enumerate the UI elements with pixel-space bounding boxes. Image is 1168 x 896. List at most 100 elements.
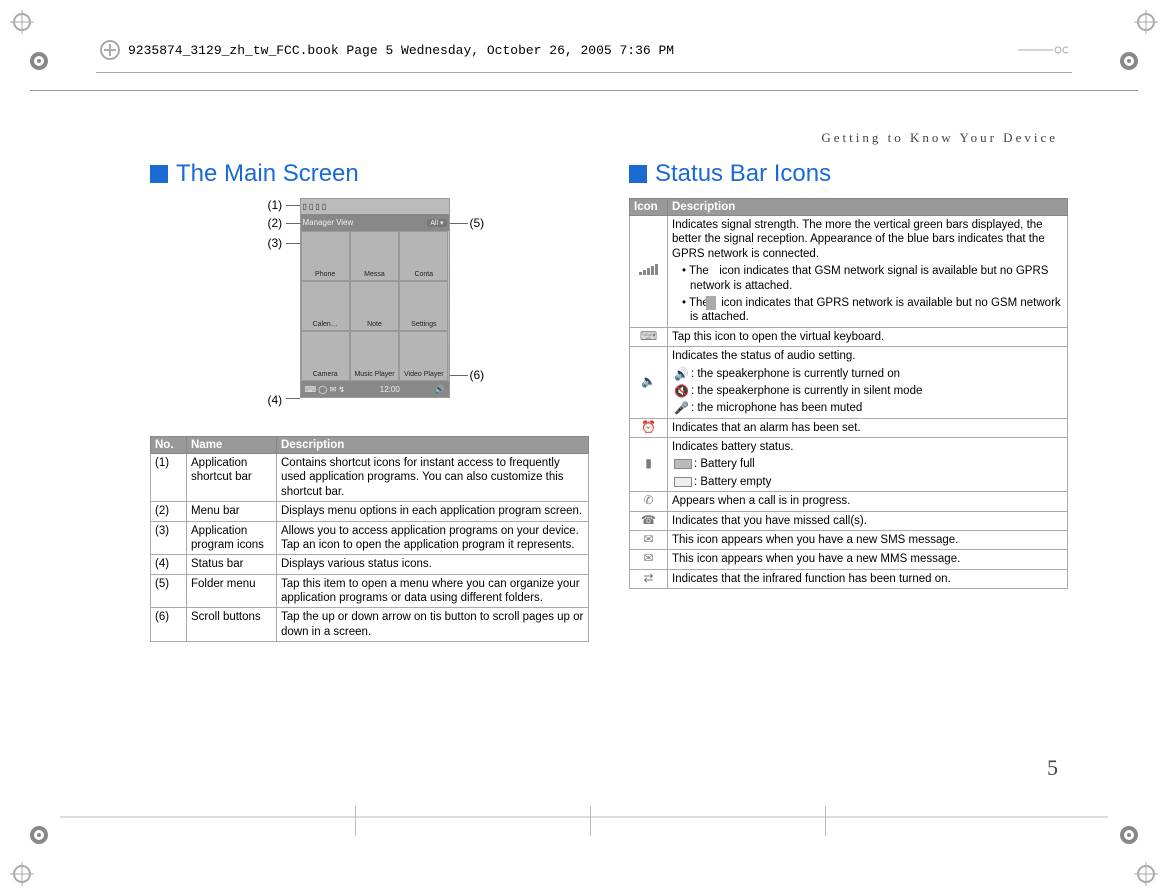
cell-desc: Indicates that you have missed call(s). (668, 511, 1068, 530)
registration-mark-icon (28, 50, 50, 72)
desc-line: 🔇: the speakerphone is currently in sile… (672, 384, 1063, 398)
book-stamp-icon (100, 40, 120, 60)
right-column: Status Bar Icons Icon Description Indica… (629, 160, 1068, 642)
stamp-decoration (1018, 43, 1068, 57)
desc-line: 🎤: the microphone has been muted (672, 401, 1063, 415)
cell-name: Folder menu (187, 574, 277, 608)
cell-desc: This icon appears when you have a new MM… (668, 550, 1068, 569)
cell-desc: Indicates that the infrared function has… (668, 569, 1068, 588)
callout-line (450, 375, 468, 376)
callout-5: (5) (470, 216, 485, 230)
shortcut-icon: ▯ (309, 202, 313, 211)
infrared-icon: ⇄ (630, 569, 668, 588)
table-row: ☎ Indicates that you have missed call(s)… (630, 511, 1068, 530)
audio-status-icon: 🔈 (630, 347, 668, 419)
desc-line: 🔊: the speakerphone is currently turned … (672, 367, 1063, 381)
mic-muted-icon: 🎤 (674, 402, 689, 414)
phone-menu-bar: Manager View All ▾ (301, 215, 449, 231)
menu-item: Manager (303, 218, 335, 227)
registration-mark-icon (28, 824, 50, 846)
table-row: (6) Scroll buttons Tap the up or down ar… (151, 608, 589, 642)
page-number: 5 (1047, 755, 1058, 781)
cell-desc: Indicates signal strength. The more the … (668, 216, 1068, 328)
col-desc: Description (277, 437, 589, 454)
main-screen-table: No. Name Description (1) Application sho… (150, 436, 589, 642)
table-row: ⇄ Indicates that the infrared function h… (630, 569, 1068, 588)
phone-status-bar: ⌨ ◯ ✉ ↯ 12:00 🔊 (301, 381, 449, 397)
keyboard-icon: ⌨ (630, 327, 668, 346)
callout-6: (6) (470, 368, 485, 382)
phone-app-grid: Phone Messa Conta Calen… Note Settings C… (301, 231, 449, 381)
cell-name: Scroll buttons (187, 608, 277, 642)
crop-tick (355, 806, 356, 836)
cell-desc: This icon appears when you have a new SM… (668, 530, 1068, 549)
col-no: No. (151, 437, 187, 454)
crop-tick (825, 806, 826, 836)
call-in-progress-icon: ✆ (630, 492, 668, 511)
cell-no: (5) (151, 574, 187, 608)
cell-desc: Displays menu options in each applicatio… (277, 502, 589, 521)
registration-mark-icon (1118, 824, 1140, 846)
heading-bullet-icon (629, 165, 647, 183)
crop-tick (590, 806, 591, 836)
crop-mark-icon (1134, 862, 1158, 886)
cell-desc: Displays various status icons. (277, 555, 589, 574)
desc-line: : Battery empty (672, 475, 1063, 489)
col-desc: Description (668, 199, 1068, 216)
speaker-silent-icon: 🔇 (674, 385, 689, 397)
cell-desc: Tap the up or down arrow on tis button t… (277, 608, 589, 642)
signal-strength-icon (630, 216, 668, 328)
app-icon: Camera (301, 331, 350, 381)
cell-desc: Indicates that an alarm has been set. (668, 418, 1068, 437)
status-icons-table: Icon Description Indicates signal streng… (629, 198, 1068, 589)
cell-name: Application shortcut bar (187, 454, 277, 502)
app-icon: Messa (350, 231, 399, 281)
cell-desc: Tap this item to open a menu where you c… (277, 574, 589, 608)
table-row: Indicates signal strength. The more the … (630, 216, 1068, 328)
desc-intro: Indicates the status of audio setting. (672, 349, 1063, 363)
col-icon: Icon (630, 199, 668, 216)
table-row: (2) Menu bar Displays menu options in ea… (151, 502, 589, 521)
cell-desc: Tap this icon to open the virtual keyboa… (668, 327, 1068, 346)
callout-3: (3) (268, 236, 283, 250)
table-row: (3) Application program icons Allows you… (151, 521, 589, 555)
desc-line: : Battery full (672, 457, 1063, 471)
main-screen-heading: The Main Screen (150, 160, 589, 188)
cell-name: Application program icons (187, 521, 277, 555)
callout-2: (2) (268, 216, 283, 230)
cell-desc: Indicates battery status. : Battery full… (668, 438, 1068, 492)
left-column: The Main Screen (1) (2) (3) (4) (5) (6) … (150, 160, 589, 642)
callout-line (286, 205, 300, 206)
cell-no: (3) (151, 521, 187, 555)
callout-line (450, 223, 468, 224)
running-head: Getting to Know Your Device (821, 130, 1058, 146)
table-row: (1) Application shortcut bar Contains sh… (151, 454, 589, 502)
mms-icon: ✉ (630, 550, 668, 569)
cell-desc: Contains shortcut icons for instant acce… (277, 454, 589, 502)
app-icon: Conta (399, 231, 448, 281)
cell-desc: Indicates the status of audio setting. 🔊… (668, 347, 1068, 419)
desc-bullet: • The icon indicates that GPRS network i… (682, 296, 1063, 325)
table-row: (4) Status bar Displays various status i… (151, 555, 589, 574)
cell-name: Status bar (187, 555, 277, 574)
status-icons-heading: Status Bar Icons (629, 160, 1068, 188)
desc-bullet: • The icon indicates that GSM network si… (682, 264, 1063, 293)
app-icon: Settings (399, 281, 448, 331)
phone-shortcut-bar: ▯ ▯ ▯ ▯ (301, 199, 449, 215)
cell-no: (1) (151, 454, 187, 502)
folder-menu-button: All ▾ (427, 219, 446, 227)
phone-screenshot-figure: (1) (2) (3) (4) (5) (6) ▯ ▯ ▯ ▯ Mana (240, 198, 500, 428)
crop-line (60, 817, 1108, 818)
alarm-icon: ⏰ (630, 418, 668, 437)
crop-mark-icon (10, 862, 34, 886)
callout-line (286, 398, 300, 399)
callout-1: (1) (268, 198, 283, 212)
heading-bullet-icon (150, 165, 168, 183)
status-left-icons: ⌨ ◯ ✉ ↯ (305, 385, 346, 394)
table-row: ⌨ Tap this icon to open the virtual keyb… (630, 327, 1068, 346)
table-row: ✆ Appears when a call is in progress. (630, 492, 1068, 511)
callout-line (286, 243, 300, 244)
speaker-on-icon: 🔊 (674, 368, 689, 380)
header-underline (96, 72, 1072, 73)
status-time: 12:00 (380, 385, 400, 394)
